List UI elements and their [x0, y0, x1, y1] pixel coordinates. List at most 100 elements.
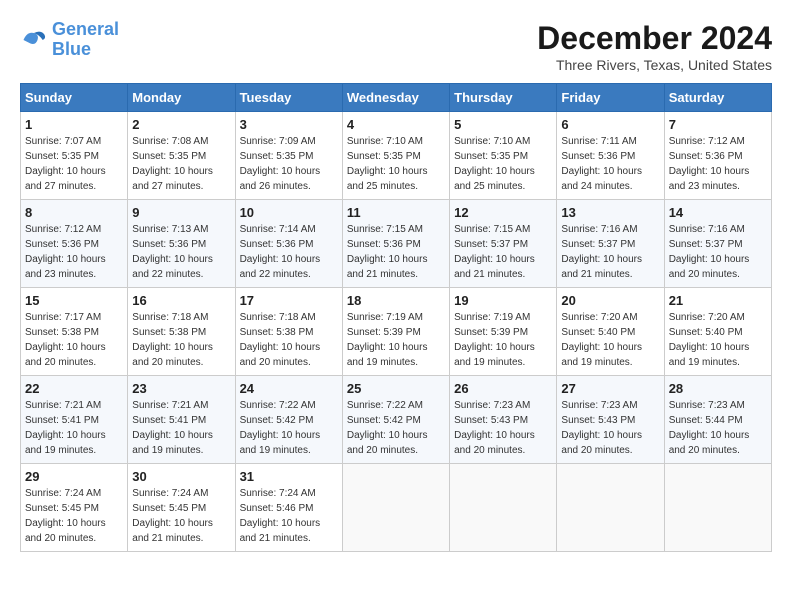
day-info: Sunrise: 7:12 AMSunset: 5:36 PMDaylight:… [25, 222, 123, 282]
day-info: Sunrise: 7:14 AMSunset: 5:36 PMDaylight:… [240, 222, 338, 282]
day-info: Sunrise: 7:18 AMSunset: 5:38 PMDaylight:… [240, 310, 338, 370]
day-cell: 7Sunrise: 7:12 AMSunset: 5:36 PMDaylight… [664, 112, 771, 200]
day-info: Sunrise: 7:23 AMSunset: 5:43 PMDaylight:… [561, 398, 659, 458]
day-info: Sunrise: 7:22 AMSunset: 5:42 PMDaylight:… [347, 398, 445, 458]
day-cell: 19Sunrise: 7:19 AMSunset: 5:39 PMDayligh… [450, 288, 557, 376]
week-row-4: 22Sunrise: 7:21 AMSunset: 5:41 PMDayligh… [21, 376, 772, 464]
day-number: 23 [132, 381, 230, 396]
day-number: 20 [561, 293, 659, 308]
day-number: 11 [347, 205, 445, 220]
day-cell: 18 Sunrise: 7:19 AMSunset: 5:39 PMDayligh… [342, 288, 449, 376]
day-number: 10 [240, 205, 338, 220]
day-number: 19 [454, 293, 552, 308]
day-cell: 26 Sunrise: 7:23 AMSunset: 5:43 PMDayligh… [450, 376, 557, 464]
day-info: Sunrise: 7:23 AMSunset: 5:43 PMDaylight:… [454, 398, 552, 458]
day-number: 17 [240, 293, 338, 308]
day-number: 29 [25, 469, 123, 484]
day-number: 5 [454, 117, 552, 132]
calendar-subtitle: Three Rivers, Texas, United States [537, 57, 772, 73]
day-number: 21 [669, 293, 767, 308]
day-number: 8 [25, 205, 123, 220]
header-tuesday: Tuesday [235, 84, 342, 112]
day-cell: 4Sunrise: 7:10 AMSunset: 5:35 PMDaylight… [342, 112, 449, 200]
day-cell: 6 Sunrise: 7:11 AMSunset: 5:36 PMDaylight… [557, 112, 664, 200]
day-info: Sunrise: 7:11 AMSunset: 5:36 PMDaylight:… [561, 134, 659, 194]
day-cell: 20 Sunrise: 7:20 AMSunset: 5:40 PMDayligh… [557, 288, 664, 376]
day-cell [342, 464, 449, 552]
day-number: 25 [347, 381, 445, 396]
logo-line2: Blue [52, 40, 119, 60]
day-cell: 27Sunrise: 7:23 AMSunset: 5:43 PMDayligh… [557, 376, 664, 464]
day-number: 12 [454, 205, 552, 220]
day-cell: 30 Sunrise: 7:24 AMSunset: 5:45 PMDayligh… [128, 464, 235, 552]
logo-text: General Blue [52, 20, 119, 60]
day-cell: 10 Sunrise: 7:14 AMSunset: 5:36 PMDayligh… [235, 200, 342, 288]
day-number: 31 [240, 469, 338, 484]
day-cell: 11 Sunrise: 7:15 AMSunset: 5:36 PMDayligh… [342, 200, 449, 288]
day-info: Sunrise: 7:08 AMSunset: 5:35 PMDaylight:… [132, 134, 230, 194]
day-number: 14 [669, 205, 767, 220]
day-cell [664, 464, 771, 552]
day-cell: 15 Sunrise: 7:17 AMSunset: 5:38 PMDayligh… [21, 288, 128, 376]
title-block: December 2024 Three Rivers, Texas, Unite… [537, 20, 772, 73]
day-number: 1 [25, 117, 123, 132]
day-cell: 14Sunrise: 7:16 AMSunset: 5:37 PMDayligh… [664, 200, 771, 288]
day-info: Sunrise: 7:24 AMSunset: 5:45 PMDaylight:… [132, 486, 230, 546]
calendar-title: December 2024 [537, 20, 772, 57]
day-cell [450, 464, 557, 552]
day-cell: 3 Sunrise: 7:09 AMSunset: 5:35 PMDaylight… [235, 112, 342, 200]
day-cell: 23 Sunrise: 7:21 AMSunset: 5:41 PMDayligh… [128, 376, 235, 464]
page-header: General Blue December 2024 Three Rivers,… [20, 20, 772, 73]
day-number: 15 [25, 293, 123, 308]
day-cell: 25 Sunrise: 7:22 AMSunset: 5:42 PMDayligh… [342, 376, 449, 464]
header-wednesday: Wednesday [342, 84, 449, 112]
day-number: 18 [347, 293, 445, 308]
day-info: Sunrise: 7:15 AMSunset: 5:36 PMDaylight:… [347, 222, 445, 282]
day-cell: 29Sunrise: 7:24 AMSunset: 5:45 PMDayligh… [21, 464, 128, 552]
day-cell: 16Sunrise: 7:18 AMSunset: 5:38 PMDayligh… [128, 288, 235, 376]
day-cell [557, 464, 664, 552]
day-cell: 13Sunrise: 7:16 AMSunset: 5:37 PMDayligh… [557, 200, 664, 288]
logo-line1: General [52, 19, 119, 39]
day-info: Sunrise: 7:20 AMSunset: 5:40 PMDaylight:… [561, 310, 659, 370]
day-cell: 28 Sunrise: 7:23 AMSunset: 5:44 PMDayligh… [664, 376, 771, 464]
header-monday: Monday [128, 84, 235, 112]
logo: General Blue [20, 20, 119, 60]
logo-icon [20, 26, 48, 54]
day-number: 3 [240, 117, 338, 132]
day-number: 6 [561, 117, 659, 132]
day-number: 7 [669, 117, 767, 132]
day-number: 28 [669, 381, 767, 396]
day-info: Sunrise: 7:19 AMSunset: 5:39 PMDaylight:… [347, 310, 445, 370]
day-info: Sunrise: 7:15 AMSunset: 5:37 PMDaylight:… [454, 222, 552, 282]
header-sunday: Sunday [21, 84, 128, 112]
week-row-1: 1Sunrise: 7:07 AMSunset: 5:35 PMDaylight… [21, 112, 772, 200]
week-row-3: 15 Sunrise: 7:17 AMSunset: 5:38 PMDayligh… [21, 288, 772, 376]
day-info: Sunrise: 7:09 AMSunset: 5:35 PMDaylight:… [240, 134, 338, 194]
week-row-5: 29 Sunrise: 7:24 AMSunset: 5:45 PMDayligh… [21, 464, 772, 552]
day-number: 24 [240, 381, 338, 396]
day-info: Sunrise: 7:17 AMSunset: 5:38 PMDaylight:… [25, 310, 123, 370]
day-info: Sunrise: 7:10 AMSunset: 5:35 PMDaylight:… [454, 134, 552, 194]
day-info: Sunrise: 7:22 AMSunset: 5:42 PMDaylight:… [240, 398, 338, 458]
header-saturday: Saturday [664, 84, 771, 112]
week-row-2: 8 Sunrise: 7:12 AMSunset: 5:36 PMDaylight… [21, 200, 772, 288]
day-cell: 24 Sunrise: 7:22 AMSunset: 5:42 PMDayligh… [235, 376, 342, 464]
day-info: Sunrise: 7:18 AMSunset: 5:38 PMDaylight:… [132, 310, 230, 370]
day-cell: 9Sunrise: 7:13 AMSunset: 5:36 PMDaylight… [128, 200, 235, 288]
day-cell: 22Sunrise: 7:21 AMSunset: 5:41 PMDayligh… [21, 376, 128, 464]
day-info: Sunrise: 7:21 AMSunset: 5:41 PMDaylight:… [132, 398, 230, 458]
day-info: Sunrise: 7:20 AMSunset: 5:40 PMDaylight:… [669, 310, 767, 370]
day-cell: 1Sunrise: 7:07 AMSunset: 5:35 PMDaylight… [21, 112, 128, 200]
day-cell: 5 Sunrise: 7:10 AMSunset: 5:35 PMDaylight… [450, 112, 557, 200]
day-cell: 12 Sunrise: 7:15 AMSunset: 5:37 PMDayligh… [450, 200, 557, 288]
day-info: Sunrise: 7:23 AMSunset: 5:44 PMDaylight:… [669, 398, 767, 458]
day-number: 26 [454, 381, 552, 396]
day-number: 30 [132, 469, 230, 484]
day-info: Sunrise: 7:24 AMSunset: 5:46 PMDaylight:… [240, 486, 338, 546]
header-friday: Friday [557, 84, 664, 112]
day-cell: 17 Sunrise: 7:18 AMSunset: 5:38 PMDayligh… [235, 288, 342, 376]
calendar-table: SundayMondayTuesdayWednesdayThursdayFrid… [20, 83, 772, 552]
day-cell: 21 Sunrise: 7:20 AMSunset: 5:40 PMDayligh… [664, 288, 771, 376]
day-info: Sunrise: 7:13 AMSunset: 5:36 PMDaylight:… [132, 222, 230, 282]
